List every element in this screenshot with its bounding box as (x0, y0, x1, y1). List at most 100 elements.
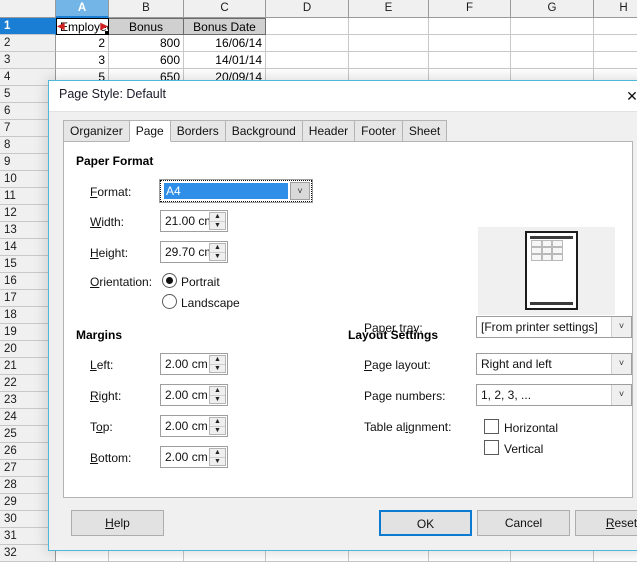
cancel-button[interactable]: Cancel (477, 510, 570, 536)
margin-bottom-stepper[interactable]: 2.00 cm ▲ ▼ (160, 446, 228, 468)
cell-E3[interactable] (349, 52, 429, 69)
cell-G3[interactable] (511, 52, 594, 69)
cell-D3[interactable] (266, 52, 349, 69)
dialog-titlebar: Page Style: Default ✕ (49, 81, 637, 112)
spin-down-icon[interactable]: ▼ (210, 222, 225, 230)
spin-up-icon[interactable]: ▲ (210, 387, 225, 396)
preview-header-bar (530, 236, 573, 239)
margin-left-stepper[interactable]: 2.00 cm ▲ ▼ (160, 353, 228, 375)
cell-A2[interactable]: 2 (56, 35, 109, 52)
margin-left-label: Left: (90, 358, 114, 372)
row-header-2[interactable]: 2 (0, 35, 56, 52)
page-numbers-combo[interactable]: 1, 2, 3, ... ˅ (476, 384, 632, 406)
margin-right-stepper[interactable]: 2.00 cm ▲ ▼ (160, 384, 228, 406)
cell-C1[interactable]: Bonus Date (184, 18, 266, 35)
cell-A3[interactable]: 3 (56, 52, 109, 69)
format-combo-value: A4 (164, 183, 288, 199)
spin-down-icon[interactable]: ▼ (210, 427, 225, 435)
spin-up-icon[interactable]: ▲ (210, 244, 225, 253)
column-header-a[interactable]: A (56, 0, 109, 18)
select-all-corner[interactable] (0, 0, 56, 18)
orientation-portrait-radio[interactable]: Portrait (162, 273, 220, 289)
chevron-down-icon[interactable]: ˅ (611, 317, 631, 337)
width-spin-buttons[interactable]: ▲ ▼ (209, 212, 226, 230)
tab-header[interactable]: Header (301, 120, 356, 142)
tab-page[interactable]: Page (128, 120, 171, 142)
spin-up-icon[interactable]: ▲ (210, 449, 225, 458)
tab-borders[interactable]: Borders (169, 120, 226, 142)
chevron-down-icon[interactable]: ˅ (290, 182, 310, 200)
height-spin-buttons[interactable]: ▲ ▼ (209, 243, 226, 261)
cell-B1[interactable]: Bonus (109, 18, 184, 35)
table-alignment-label: Table alignment: (364, 420, 452, 434)
width-label: Width: (90, 215, 125, 229)
radio-selected-icon (162, 273, 177, 288)
cell-C3[interactable]: 14/01/14 (184, 52, 266, 69)
margin-top-spin-buttons[interactable]: ▲ ▼ (209, 417, 226, 435)
spin-down-icon[interactable]: ▼ (210, 365, 225, 373)
ok-button[interactable]: OK (379, 510, 472, 536)
cell-G1[interactable] (511, 18, 594, 35)
margin-left-spin-buttons[interactable]: ▲ ▼ (209, 355, 226, 373)
page-layout-combo[interactable]: Right and left ˅ (476, 353, 632, 375)
cell-A1-selected[interactable]: ◀Employee-ID▶ (56, 18, 109, 35)
tab-footer[interactable]: Footer (354, 120, 403, 142)
table-row: ◀Employee-ID▶BonusBonus Date (56, 18, 637, 35)
selection-handle[interactable] (105, 31, 108, 34)
chevron-down-icon[interactable]: ˅ (611, 385, 631, 405)
dialog-body: Organizer Page Borders Background Header Foot… (49, 112, 637, 550)
orientation-label: Orientation: (90, 275, 153, 289)
cell-H2[interactable] (594, 35, 637, 52)
row-header-1[interactable]: 1 (0, 18, 56, 35)
margin-top-stepper[interactable]: 2.00 cm ▲ ▼ (160, 415, 228, 437)
close-icon[interactable]: ✕ (621, 85, 637, 107)
tab-background[interactable]: Background (224, 120, 303, 142)
cell-H1[interactable] (594, 18, 637, 35)
cell-F3[interactable] (429, 52, 511, 69)
cell-H3[interactable] (594, 52, 637, 69)
cell-D2[interactable] (266, 35, 349, 52)
spin-up-icon[interactable]: ▲ (210, 356, 225, 365)
tab-organizer[interactable]: Organizer (63, 120, 130, 142)
cell-F1[interactable] (429, 18, 511, 35)
column-header-c[interactable]: C (184, 0, 266, 18)
cell-D1[interactable] (266, 18, 349, 35)
cell-B3[interactable]: 600 (109, 52, 184, 69)
format-combo[interactable]: A4 ˅ (159, 179, 313, 203)
margin-bottom-spin-buttons[interactable]: ▲ ▼ (209, 448, 226, 466)
page-layout-value: Right and left (481, 357, 552, 371)
format-label: Format: (90, 185, 132, 199)
horizontal-label: Horizontal (504, 421, 559, 435)
margin-left-value: 2.00 cm (165, 357, 208, 371)
spin-down-icon[interactable]: ▼ (210, 396, 225, 404)
column-header-f[interactable]: F (429, 0, 511, 18)
reset-button[interactable]: Reset (575, 510, 637, 536)
column-header-b[interactable]: B (109, 0, 184, 18)
width-stepper[interactable]: 21.00 cm ▲ ▼ (160, 210, 228, 232)
tab-sheet[interactable]: Sheet (401, 120, 448, 142)
spin-down-icon[interactable]: ▼ (210, 458, 225, 466)
paper-tray-combo[interactable]: [From printer settings] ˅ (476, 316, 632, 338)
table-alignment-vertical-checkbox[interactable]: Vertical (484, 440, 543, 456)
cell-F2[interactable] (429, 35, 511, 52)
column-header-d[interactable]: D (266, 0, 349, 18)
row-header-3[interactable]: 3 (0, 52, 56, 69)
help-button[interactable]: Help (71, 510, 164, 536)
spin-down-icon[interactable]: ▼ (210, 253, 225, 261)
column-header-e[interactable]: E (349, 0, 429, 18)
cell-B2[interactable]: 800 (109, 35, 184, 52)
spin-up-icon[interactable]: ▲ (210, 213, 225, 222)
margin-right-spin-buttons[interactable]: ▲ ▼ (209, 386, 226, 404)
cell-C2[interactable]: 16/06/14 (184, 35, 266, 52)
cell-E2[interactable] (349, 35, 429, 52)
margin-bottom-value: 2.00 cm (165, 450, 208, 464)
cell-E1[interactable] (349, 18, 429, 35)
spin-up-icon[interactable]: ▲ (210, 418, 225, 427)
column-header-h[interactable]: H (594, 0, 637, 18)
chevron-down-icon[interactable]: ˅ (611, 354, 631, 374)
table-alignment-horizontal-checkbox[interactable]: Horizontal (484, 419, 558, 435)
orientation-landscape-radio[interactable]: Landscape (162, 294, 240, 310)
column-header-g[interactable]: G (511, 0, 594, 18)
height-stepper[interactable]: 29.70 cm ▲ ▼ (160, 241, 228, 263)
cell-G2[interactable] (511, 35, 594, 52)
